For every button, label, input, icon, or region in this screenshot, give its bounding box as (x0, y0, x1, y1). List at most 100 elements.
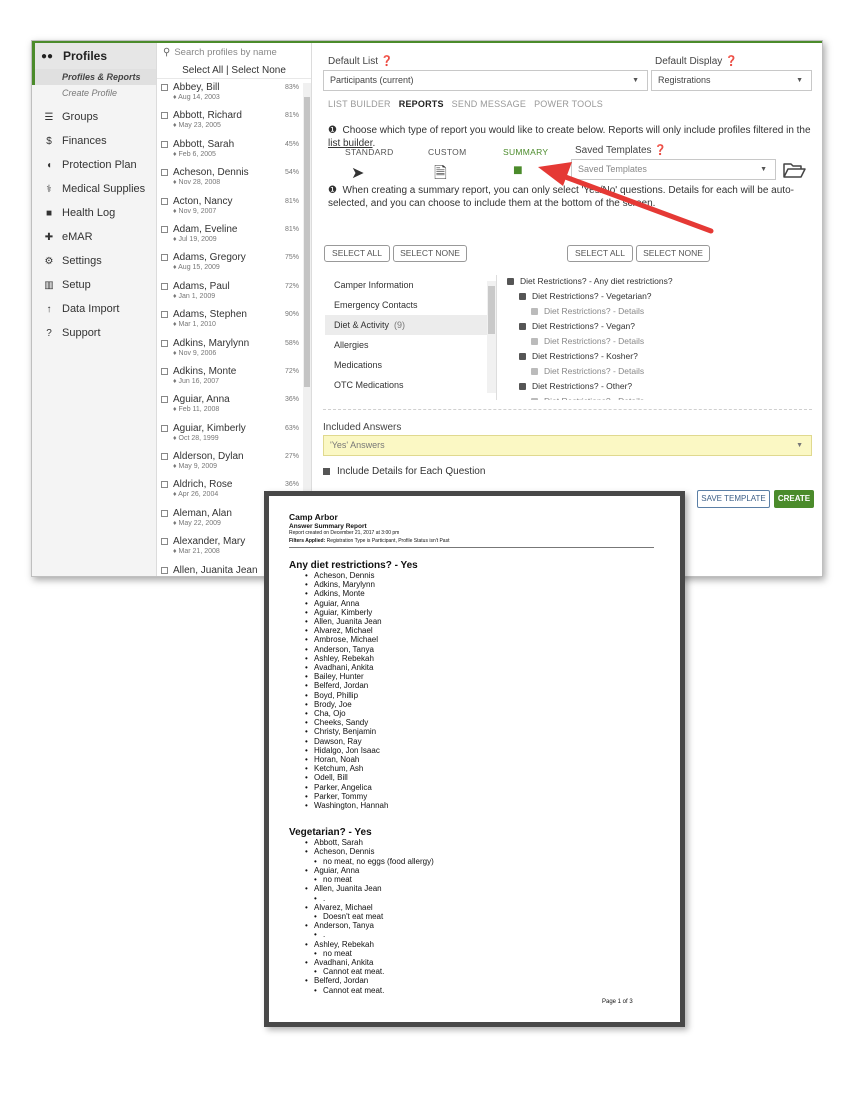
search-box[interactable]: ⚲ Search profiles by name (157, 43, 311, 62)
list-item[interactable]: Adkins, Marylynn ♦ Nov 9, 2006 58% (157, 335, 311, 363)
sidebar-item-settings[interactable]: ⚙ Settings (32, 249, 156, 273)
scrollbar-thumb[interactable] (488, 286, 495, 334)
checkbox-checked[interactable] (519, 323, 526, 330)
scrollbar-thumb[interactable] (304, 97, 310, 387)
sidebar-item-medical-supplies[interactable]: ⚕ Medical Supplies (32, 177, 156, 201)
question-item[interactable]: Diet Restrictions? - Vegetarian? (507, 289, 822, 304)
checkbox[interactable] (161, 197, 168, 205)
checkbox-checked[interactable] (531, 398, 538, 400)
sidebar-item-protection-plan[interactable]: ◖ Protection Plan (32, 153, 156, 177)
list-item[interactable]: Adams, Paul ♦ Jan 1, 2009 72% (157, 278, 311, 306)
checkbox[interactable] (161, 169, 168, 177)
category-item[interactable]: Allergies (325, 335, 496, 355)
include-details-checkbox[interactable]: Include Details for Each Question (323, 466, 485, 477)
question-item[interactable]: Diet Restrictions? - Other? (507, 379, 822, 394)
included-answers-select[interactable]: 'Yes' Answers ▼ (323, 435, 812, 456)
select-all-questions-button[interactable]: SELECT ALL (567, 245, 633, 262)
report-type-summary[interactable]: SUMMARY (503, 147, 548, 157)
checkbox[interactable] (161, 311, 168, 319)
question-item[interactable]: Diet Restrictions? - Any diet restrictio… (507, 274, 822, 289)
checkbox[interactable] (161, 566, 168, 574)
checkbox-checked[interactable] (531, 368, 538, 375)
list-item[interactable]: Abbott, Sarah ♦ Feb 6, 2005 45% (157, 136, 311, 164)
checkbox-checked[interactable] (519, 353, 526, 360)
paper-plane-icon[interactable]: ➤ (351, 163, 364, 183)
sidebar-item-profiles[interactable]: ●● Profiles (32, 43, 156, 69)
category-scrollbar[interactable] (487, 281, 496, 393)
save-template-button[interactable]: SAVE TEMPLATE (697, 490, 770, 508)
sidebar-sub-create-profile[interactable]: Create Profile (32, 85, 156, 101)
sidebar-sub-profiles-reports[interactable]: Profiles & Reports (32, 69, 156, 85)
search-input[interactable]: Search profiles by name (174, 47, 276, 58)
list-item[interactable]: Adams, Gregory ♦ Aug 15, 2009 75% (157, 249, 311, 277)
question-item[interactable]: Diet Restrictions? - Details (507, 394, 822, 400)
select-none-link[interactable]: Select None (231, 65, 285, 76)
sidebar-item-groups[interactable]: ☰ Groups (32, 105, 156, 129)
checkbox[interactable] (161, 367, 168, 375)
select-none-button[interactable]: SELECT NONE (393, 245, 467, 262)
report-type-standard[interactable]: STANDARD (345, 147, 394, 157)
question-item[interactable]: Diet Restrictions? - Details (507, 334, 822, 349)
category-item[interactable]: OTC Medications (325, 375, 496, 395)
tab-power-tools[interactable]: POWER TOOLS (534, 99, 603, 109)
checkbox[interactable] (161, 140, 168, 148)
checkbox[interactable] (161, 538, 168, 546)
folder-open-icon[interactable] (782, 160, 806, 180)
checkbox[interactable] (161, 453, 168, 461)
help-icon[interactable]: ❓ (381, 56, 393, 67)
list-item[interactable]: Alderson, Dylan ♦ May 9, 2009 27% (157, 448, 311, 476)
saved-templates-select[interactable]: Saved Templates ▼ (571, 159, 776, 180)
checkbox-checked[interactable] (531, 308, 538, 315)
checkbox[interactable] (161, 509, 168, 517)
select-all-button[interactable]: SELECT ALL (324, 245, 390, 262)
list-item[interactable]: Adkins, Monte ♦ Jun 16, 2007 72% (157, 363, 311, 391)
select-none-questions-button[interactable]: SELECT NONE (636, 245, 710, 262)
checkbox-checked[interactable] (323, 468, 330, 475)
list-item[interactable]: Abbott, Richard ♦ May 23, 2005 81% (157, 107, 311, 135)
list-item[interactable]: Aguiar, Anna ♦ Feb 11, 2008 36% (157, 391, 311, 419)
checkbox[interactable] (161, 84, 168, 91)
checkbox[interactable] (161, 396, 168, 404)
book-icon[interactable]: ■ (513, 162, 523, 180)
checkbox-checked[interactable] (507, 278, 514, 285)
default-display-select[interactable]: Registrations ▼ (651, 70, 812, 91)
sidebar-item-support[interactable]: ? Support (32, 321, 156, 345)
checkbox[interactable] (161, 339, 168, 347)
checkbox-checked[interactable] (531, 338, 538, 345)
checkbox[interactable] (161, 225, 168, 233)
tab-reports[interactable]: REPORTS (399, 99, 444, 109)
sidebar-item-setup[interactable]: ▥ Setup (32, 273, 156, 297)
list-item[interactable]: Adams, Stephen ♦ Mar 1, 2010 90% (157, 306, 311, 334)
help-icon[interactable]: ❓ (654, 145, 666, 156)
sidebar-item-health-log[interactable]: ■ Health Log (32, 201, 156, 225)
question-item[interactable]: Diet Restrictions? - Details (507, 364, 822, 379)
checkbox[interactable] (161, 282, 168, 290)
tab-send-message[interactable]: SEND MESSAGE (452, 99, 526, 109)
sidebar-item-finances[interactable]: $ Finances (32, 129, 156, 153)
list-item[interactable]: Adam, Eveline ♦ Jul 19, 2009 81% (157, 221, 311, 249)
question-item[interactable]: Diet Restrictions? - Details (507, 304, 822, 319)
select-all-link[interactable]: Select All (182, 65, 223, 76)
question-item[interactable]: Diet Restrictions? - Kosher? (507, 349, 822, 364)
create-button[interactable]: CREATE (774, 490, 814, 508)
checkbox[interactable] (161, 481, 168, 489)
default-list-select[interactable]: Participants (current) ▼ (323, 70, 648, 91)
checkbox-checked[interactable] (519, 293, 526, 300)
category-item[interactable]: Camper Information (325, 275, 496, 295)
help-icon[interactable]: ❓ (725, 56, 737, 67)
tab-list-builder[interactable]: LIST BUILDER (328, 99, 391, 109)
list-item[interactable]: Aguiar, Kimberly ♦ Oct 28, 1999 63% (157, 420, 311, 448)
checkbox-checked[interactable] (519, 383, 526, 390)
checkbox[interactable] (161, 112, 168, 120)
report-type-custom[interactable]: CUSTOM (428, 147, 466, 157)
category-item[interactable]: Diet & Activity (9) (325, 315, 496, 335)
category-item[interactable]: Medications (325, 355, 496, 375)
category-item[interactable]: Emergency Contacts (325, 295, 496, 315)
question-item[interactable]: Diet Restrictions? - Vegan? (507, 319, 822, 334)
list-item[interactable]: Abbey, Bill ♦ Aug 14, 2003 83% (157, 79, 311, 107)
list-item[interactable]: Acton, Nancy ♦ Nov 9, 2007 81% (157, 193, 311, 221)
sidebar-item-data-import[interactable]: ↑ Data Import (32, 297, 156, 321)
checkbox[interactable] (161, 254, 168, 262)
sidebar-item-emar[interactable]: ✚ eMAR (32, 225, 156, 249)
checkbox[interactable] (161, 424, 168, 432)
